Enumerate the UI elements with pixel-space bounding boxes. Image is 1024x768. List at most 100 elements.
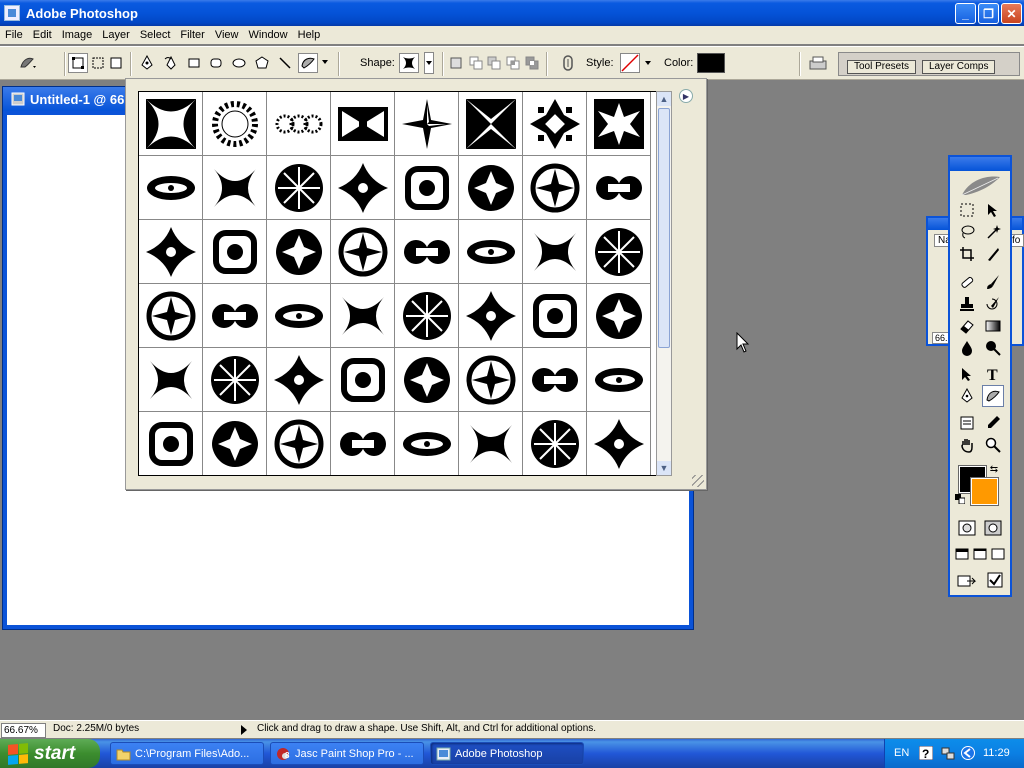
menu-select[interactable]: Select — [135, 29, 176, 41]
color-swatch[interactable] — [697, 53, 725, 73]
style-dropdown-icon[interactable] — [645, 61, 651, 65]
brush-tool-icon[interactable] — [982, 271, 1004, 293]
shape-double-ring[interactable] — [395, 156, 459, 220]
menu-edit[interactable]: Edit — [28, 29, 57, 41]
history-brush-tool-icon[interactable] — [982, 293, 1004, 315]
gradient-tool-icon[interactable] — [982, 315, 1004, 337]
shape-picker-scrollbar[interactable]: ▲ ▼ — [656, 91, 672, 476]
swap-colors-icon[interactable]: ⇆ — [988, 463, 1000, 475]
shape-mirrored-oval[interactable] — [203, 348, 267, 412]
menu-filter[interactable]: Filter — [175, 29, 209, 41]
new-shape-layer-icon[interactable] — [446, 53, 466, 73]
exclude-overlapping-areas-icon[interactable] — [522, 53, 542, 73]
help-icon[interactable]: ? — [919, 746, 933, 760]
eyedropper-tool-icon[interactable] — [982, 412, 1004, 434]
standard-screen-mode-icon[interactable] — [953, 543, 971, 565]
shape-hourglass-fan[interactable] — [523, 284, 587, 348]
shape-shell-ornament[interactable] — [459, 284, 523, 348]
adobe-feather-icon[interactable] — [958, 173, 1004, 199]
tool-preset-picker-icon[interactable] — [18, 53, 38, 73]
full-screen-menu-mode-icon[interactable] — [971, 543, 989, 565]
shape-lens-pair[interactable] — [203, 156, 267, 220]
shape-rosette-ring[interactable] — [587, 412, 651, 475]
full-screen-mode-icon[interactable] — [989, 543, 1007, 565]
shape-four-leaf[interactable] — [395, 284, 459, 348]
shape-twisted-frame[interactable] — [267, 156, 331, 220]
shape-cross-ornament[interactable] — [139, 284, 203, 348]
task-photoshop[interactable]: Adobe Photoshop — [430, 742, 584, 765]
shape-bow-tie[interactable] — [459, 92, 523, 156]
photoshop-app-icon[interactable] — [4, 5, 20, 21]
picker-menu-arrow-icon[interactable]: ▶ — [679, 89, 693, 103]
custom-shape-toolbox-icon[interactable] — [982, 385, 1004, 407]
jump-to-imageready-icon[interactable] — [956, 569, 978, 591]
add-to-shape-area-icon[interactable] — [466, 53, 486, 73]
rectangle-tool-icon[interactable] — [184, 53, 204, 73]
start-button[interactable]: start — [0, 739, 100, 768]
shape-nested-diamond[interactable] — [459, 220, 523, 284]
back-arrow-icon[interactable] — [961, 746, 975, 760]
clone-stamp-tool-icon[interactable] — [956, 293, 978, 315]
healing-brush-tool-icon[interactable] — [956, 271, 978, 293]
freeform-pen-icon[interactable] — [161, 53, 181, 73]
lasso-tool-icon[interactable] — [956, 221, 978, 243]
menu-help[interactable]: Help — [293, 29, 326, 41]
subtract-from-shape-area-icon[interactable] — [484, 53, 504, 73]
shape-layers-mode-icon[interactable] — [68, 53, 88, 73]
shape-four-petal[interactable] — [587, 156, 651, 220]
link-icon[interactable] — [558, 53, 578, 73]
shape-rounded-frame[interactable] — [459, 348, 523, 412]
menu-file[interactable]: File — [0, 29, 28, 41]
shape-starburst-disc[interactable] — [331, 348, 395, 412]
move-tool-icon[interactable] — [982, 199, 1004, 221]
pen-tool-toolbox-icon[interactable] — [956, 385, 978, 407]
shape-flower-frame[interactable] — [587, 220, 651, 284]
shape-plus-ornament[interactable] — [203, 412, 267, 475]
marquee-tool-icon[interactable] — [956, 199, 978, 221]
shape-chain-link[interactable] — [395, 220, 459, 284]
paths-mode-icon[interactable] — [88, 53, 108, 73]
shape-triple-ring[interactable] — [267, 92, 331, 156]
shape-triple-lobe[interactable] — [331, 220, 395, 284]
tab-tool-presets[interactable]: Tool Presets — [847, 60, 917, 74]
task-paint-shop-pro[interactable]: 8 Jasc Paint Shop Pro - ... — [270, 742, 424, 765]
shape-starry-oval[interactable] — [395, 412, 459, 475]
shape-patterned-oval[interactable] — [267, 348, 331, 412]
shape-chevron-wings[interactable] — [267, 220, 331, 284]
magic-wand-tool-icon[interactable] — [982, 221, 1004, 243]
hand-tool-icon[interactable] — [956, 434, 978, 456]
zoom-field[interactable]: 66.67% — [1, 723, 46, 738]
dodge-tool-icon[interactable] — [982, 337, 1004, 359]
status-menu-arrow-icon[interactable] — [241, 725, 247, 735]
scroll-down-icon[interactable]: ▼ — [657, 461, 671, 475]
menu-view[interactable]: View — [210, 29, 244, 41]
shape-diamond-cross[interactable] — [523, 92, 587, 156]
scroll-thumb[interactable] — [658, 108, 670, 348]
menu-layer[interactable]: Layer — [97, 29, 135, 41]
shape-picker-dropdown-button[interactable] — [424, 52, 434, 74]
shape-eight-point-star[interactable] — [587, 92, 651, 156]
shape-lace-ring[interactable] — [459, 156, 523, 220]
zoom-tool-icon[interactable] — [982, 434, 1004, 456]
custom-shape-tool-icon[interactable] — [298, 53, 318, 73]
minimize-button[interactable]: _ — [955, 3, 976, 24]
palette-well-toggle-icon[interactable] — [808, 53, 828, 73]
shape-pinwheel[interactable] — [395, 92, 459, 156]
toolbox-title-bar[interactable] — [950, 157, 1010, 171]
shape-wave-ornament[interactable] — [459, 412, 523, 475]
shape-knot-bar[interactable] — [203, 284, 267, 348]
quick-mask-mode-icon[interactable] — [982, 517, 1004, 539]
network-icon[interactable] — [941, 746, 955, 760]
custom-shape-dropdown-icon[interactable] — [322, 60, 328, 64]
shape-scalloped-ring[interactable] — [331, 156, 395, 220]
tab-layer-comps[interactable]: Layer Comps — [922, 60, 996, 74]
shape-sunburst-disc[interactable] — [523, 412, 587, 475]
eraser-tool-icon[interactable] — [956, 315, 978, 337]
jump-to-check-icon[interactable] — [984, 569, 1006, 591]
style-picker-button[interactable] — [620, 53, 640, 73]
ellipse-tool-icon[interactable] — [229, 53, 249, 73]
close-button[interactable]: ✕ — [1001, 3, 1022, 24]
menu-window[interactable]: Window — [244, 29, 293, 41]
rounded-rectangle-tool-icon[interactable] — [206, 53, 226, 73]
type-tool-icon[interactable]: T — [982, 363, 1004, 385]
